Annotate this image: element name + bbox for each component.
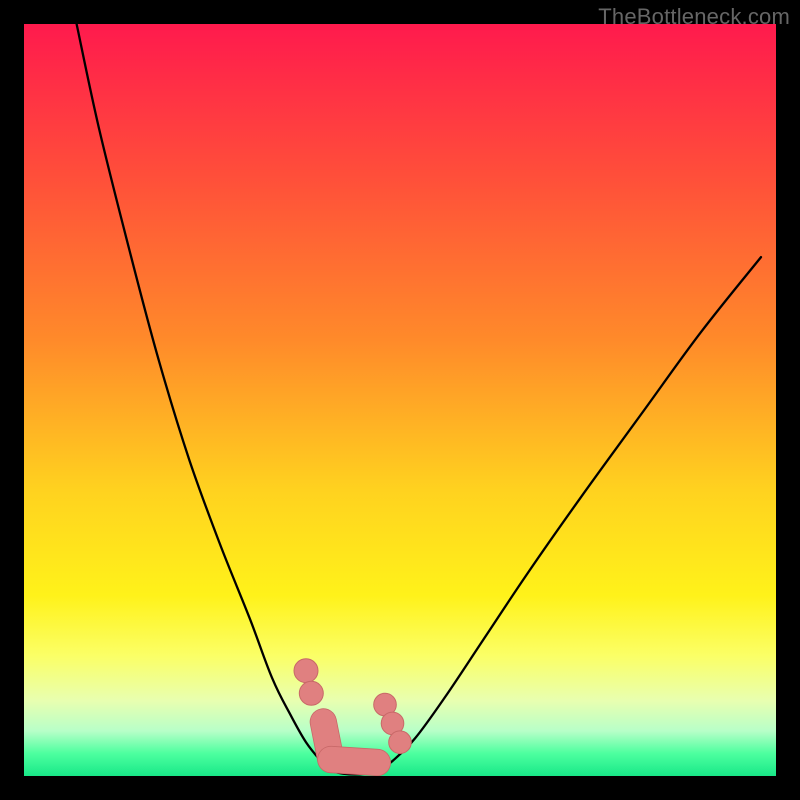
marker-dot [389,731,412,754]
chart-frame [24,24,776,776]
marker-dot [299,681,323,705]
marker-dot [294,659,318,683]
marker-capsule [331,760,378,763]
bottleneck-chart [24,24,776,776]
gradient-background [24,24,776,776]
